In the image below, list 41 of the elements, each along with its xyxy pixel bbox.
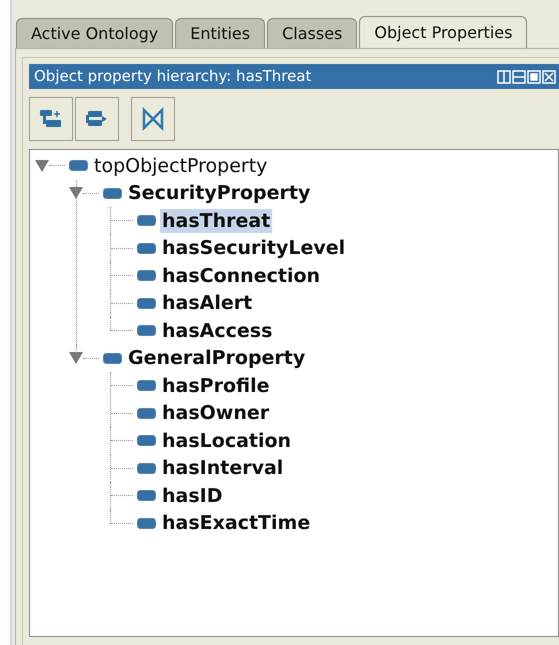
property-icon <box>103 188 122 199</box>
tab[interactable]: Active Ontology <box>16 18 174 48</box>
collapse-toggle[interactable] <box>35 160 49 172</box>
tree-item[interactable]: hasID <box>160 484 224 508</box>
property-icon <box>137 298 156 309</box>
window-controls-icon <box>497 70 557 84</box>
tree-item[interactable]: hasAccess <box>160 318 274 343</box>
property-icon <box>137 242 156 254</box>
tree-item[interactable]: hasSecurityLevel <box>160 236 348 260</box>
property-icon <box>137 270 156 282</box>
collapse-toggle[interactable] <box>69 352 83 364</box>
property-icon <box>137 518 156 529</box>
add-sibling-button[interactable] <box>75 97 119 141</box>
tree-item[interactable]: SecurityProperty <box>126 181 312 206</box>
tree-item[interactable]: GeneralProperty <box>126 346 308 370</box>
add-sub-button[interactable] <box>29 97 73 141</box>
property-icon <box>69 160 88 172</box>
property-icon <box>137 380 156 392</box>
property-icon <box>137 325 156 336</box>
tab[interactable]: Object Properties <box>359 16 528 48</box>
tree-item[interactable]: hasConnection <box>160 264 322 288</box>
property-icon <box>137 215 156 226</box>
tree-item[interactable]: topObjectProperty <box>92 154 270 178</box>
tree-item[interactable]: hasProfile <box>160 374 272 398</box>
property-icon <box>137 408 156 419</box>
panel-title: Object property hierarchy: hasThreat <box>34 66 312 88</box>
tree-item[interactable]: hasOwner <box>160 401 272 426</box>
property-icon <box>137 435 156 446</box>
property-icon <box>137 462 156 474</box>
tree-item[interactable]: hasLocation <box>160 428 294 453</box>
tab[interactable]: Classes <box>267 18 358 48</box>
tree-item[interactable]: hasThreat <box>160 208 272 233</box>
tab[interactable]: Entities <box>175 18 266 48</box>
delete-button[interactable] <box>131 97 175 141</box>
tree-item[interactable]: hasInterval <box>160 456 286 480</box>
property-icon <box>137 490 156 502</box>
delete-icon <box>140 106 166 132</box>
tree-item[interactable]: hasExactTime <box>160 511 312 536</box>
collapse-toggle[interactable] <box>69 187 83 200</box>
property-icon <box>103 352 122 364</box>
tree-item[interactable]: hasAlert <box>160 291 254 316</box>
